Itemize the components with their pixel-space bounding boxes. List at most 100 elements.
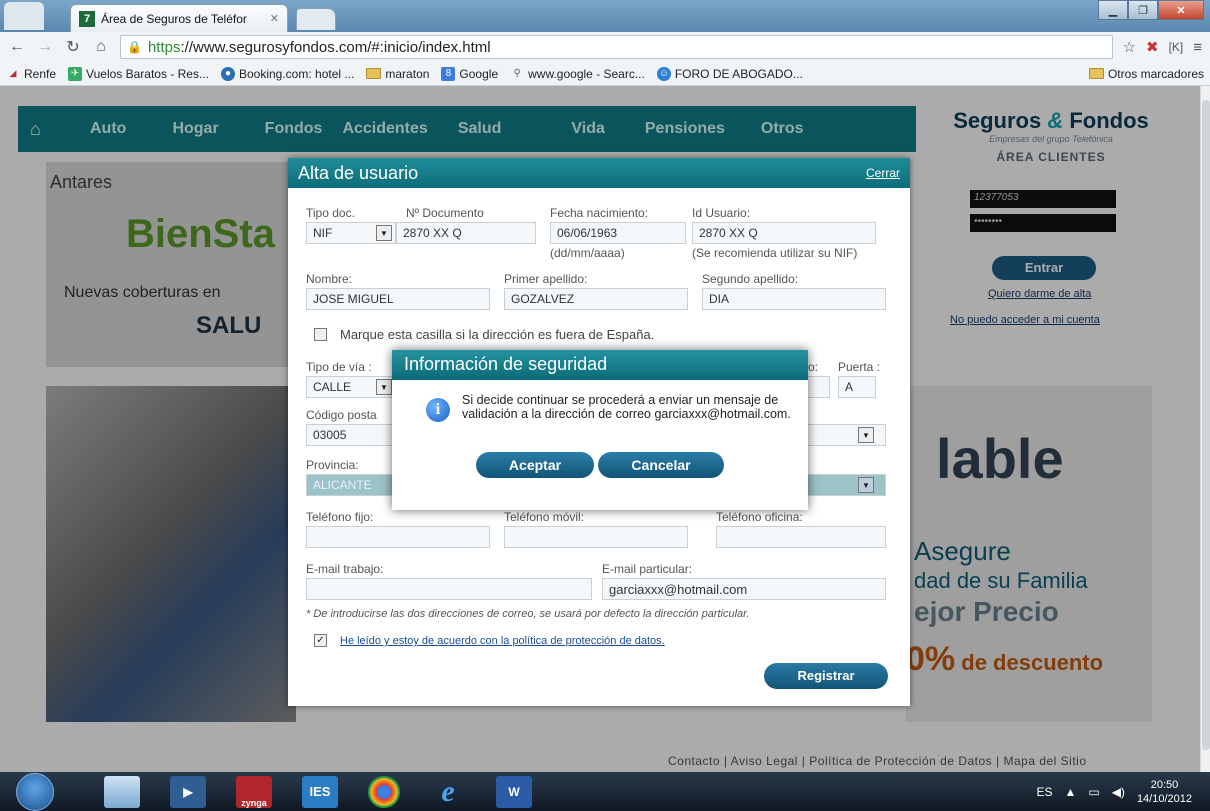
bookmark-folder[interactable]: maraton: [366, 67, 429, 81]
primer-apellido-label: Primer apellido:: [504, 272, 588, 286]
internet-explorer-icon[interactable]: e: [430, 775, 466, 808]
cancel-button[interactable]: Cancelar: [598, 452, 724, 478]
menu-icon[interactable]: ≡: [1193, 39, 1202, 56]
word-icon[interactable]: W: [496, 775, 532, 808]
media-player-icon[interactable]: ▶: [170, 775, 206, 808]
url-path: ://www.segurosyfondos.com/#:inicio/index…: [180, 38, 491, 56]
other-bookmarks[interactable]: Otros marcadores: [1088, 67, 1204, 81]
ies-icon[interactable]: IES: [302, 775, 338, 808]
registrar-button[interactable]: Registrar: [764, 663, 888, 689]
puerta-input[interactable]: A: [838, 376, 876, 398]
tab-close-icon[interactable]: ✕: [270, 12, 279, 25]
piso-label: o:: [808, 360, 819, 374]
renfe-icon: ◢: [9, 68, 17, 78]
bookmark-item[interactable]: 8 Google: [441, 66, 498, 81]
plane-icon: ✈: [68, 66, 83, 81]
tab-title: Área de Seguros de Teléfor: [101, 11, 247, 26]
security-info-dialog: Información de seguridad i Si decide con…: [392, 350, 808, 510]
extension-k-icon[interactable]: [K]: [1169, 40, 1184, 54]
tel-fijo-label: Teléfono fijo:: [306, 510, 374, 524]
browser-tab-active[interactable]: 7 Área de Seguros de Teléfor ✕: [70, 4, 288, 32]
reload-icon[interactable]: ↻: [64, 37, 82, 57]
policy-link[interactable]: He leído y estoy de acuerdo con la polít…: [340, 635, 665, 647]
segundo-apellido-label: Segundo apellido:: [702, 272, 799, 286]
bookmark-item[interactable]: ◢ Renfe: [6, 67, 57, 81]
id-usuario-input[interactable]: 2870 XX Q: [692, 222, 876, 244]
language-indicator[interactable]: ES: [1036, 785, 1052, 799]
url-scheme: https: [147, 38, 181, 56]
info-icon: i: [426, 398, 450, 422]
bookmark-star-icon[interactable]: ☆: [1123, 38, 1136, 56]
email-note: * De introducirse las dos direcciones de…: [306, 608, 750, 620]
dialog-title: Alta de usuario: [298, 162, 419, 183]
maximize-button[interactable]: ❐: [1128, 0, 1158, 20]
email-trabajo-label: E-mail trabajo:: [306, 562, 384, 576]
chevron-down-icon[interactable]: ▼: [376, 379, 392, 395]
id-usuario-label: Id Usuario:: [692, 206, 751, 220]
close-link[interactable]: Cerrar: [866, 166, 900, 180]
segundo-apellido-input[interactable]: DIA: [702, 288, 886, 310]
primer-apellido-input[interactable]: GOZALVEZ: [504, 288, 688, 310]
address-bar[interactable]: 🔒 https://www.segurosyfondos.com/#:inici…: [120, 35, 1113, 59]
tel-oficina-input[interactable]: [716, 526, 886, 548]
back-arrow-icon[interactable]: ←: [8, 38, 26, 56]
bookmark-item[interactable]: ⚲ www.google - Searc...: [510, 67, 644, 81]
email-trabajo-input[interactable]: [306, 578, 592, 600]
fuera-espana-label: Marque esta casilla si la dirección es f…: [340, 327, 655, 342]
cp-label: Código posta: [306, 408, 377, 422]
minimize-button[interactable]: ▁: [1098, 0, 1128, 20]
chevron-down-icon[interactable]: ▼: [858, 427, 874, 443]
info-message: Si decide continuar se procederá a envia…: [462, 393, 791, 421]
cp-input[interactable]: 03005: [306, 424, 396, 446]
puerta-label: Puerta :: [838, 360, 881, 374]
chevron-down-icon[interactable]: ▼: [376, 225, 392, 241]
tel-oficina-label: Teléfono oficina:: [716, 510, 803, 524]
scrollbar-thumb[interactable]: [1202, 100, 1210, 750]
page-scrollbar[interactable]: [1200, 86, 1210, 772]
tel-movil-input[interactable]: [504, 526, 688, 548]
browser-toolbar: ← → ↻ ⌂ 🔒 https://www.segurosyfondos.com…: [0, 32, 1210, 62]
n-doc-input[interactable]: 2870 XX Q: [396, 222, 536, 244]
forward-arrow-icon[interactable]: →: [36, 38, 54, 56]
bookmark-item[interactable]: ☺ FORO DE ABOGADO...: [656, 66, 803, 81]
fuera-espana-checkbox[interactable]: [314, 328, 327, 341]
google-icon: 8: [441, 66, 456, 81]
bookmark-item[interactable]: ✈ Vuelos Baratos - Res...: [68, 66, 209, 81]
network-icon[interactable]: ▭: [1088, 785, 1099, 799]
tipo-doc-label: Tipo doc.: [306, 206, 355, 220]
window-controls: ▁ ❐ ✕: [1098, 0, 1204, 20]
chrome-icon[interactable]: [368, 775, 400, 808]
nombre-input[interactable]: JOSE MIGUEL: [306, 288, 490, 310]
info-dialog-title: Información de seguridad: [392, 350, 808, 380]
fecha-label: Fecha nacimiento:: [550, 206, 649, 220]
accept-button[interactable]: Aceptar: [476, 452, 594, 478]
tray-arrow-icon[interactable]: ▲: [1064, 785, 1076, 799]
start-button[interactable]: [16, 772, 54, 811]
window-close-button[interactable]: ✕: [1158, 0, 1204, 20]
folder-icon: [366, 68, 382, 79]
tel-movil-label: Teléfono móvil:: [504, 510, 585, 524]
email-particular-label: E-mail particular:: [602, 562, 693, 576]
volume-icon[interactable]: ◀): [1112, 785, 1125, 799]
chevron-down-icon[interactable]: ▼: [858, 477, 874, 493]
home-icon[interactable]: ⌂: [92, 38, 110, 56]
id-usuario-hint: (Se recomienda utilizar su NIF): [692, 246, 858, 260]
booking-icon: ●: [220, 66, 235, 81]
provincia-label: Provincia:: [306, 458, 359, 472]
page-viewport: ⌂ Auto Hogar Fondos Accidentes Salud Vid…: [0, 86, 1200, 772]
bookmark-item[interactable]: ● Booking.com: hotel ...: [220, 66, 354, 81]
new-tab-button[interactable]: [296, 8, 336, 30]
tel-fijo-input[interactable]: [306, 526, 490, 548]
email-particular-input[interactable]: garciaxxx@hotmail.com: [602, 578, 886, 600]
zynga-icon[interactable]: zynga: [236, 775, 272, 808]
fecha-input[interactable]: 06/06/1963: [550, 222, 686, 244]
profile-avatar[interactable]: [4, 2, 44, 30]
extension-icon[interactable]: ✖: [1146, 38, 1159, 56]
explorer-icon[interactable]: [104, 775, 140, 808]
bookmarks-bar: ◢ Renfe ✈ Vuelos Baratos - Res... ● Booking…: [0, 62, 1210, 86]
provincia-select[interactable]: ALICANTE: [306, 474, 396, 496]
lock-icon: 🔒: [127, 40, 142, 54]
tipo-via-label: Tipo de vía :: [306, 360, 372, 374]
clock[interactable]: 20:50 14/10/2012: [1137, 778, 1192, 806]
policy-checkbox[interactable]: ✓: [314, 634, 327, 647]
